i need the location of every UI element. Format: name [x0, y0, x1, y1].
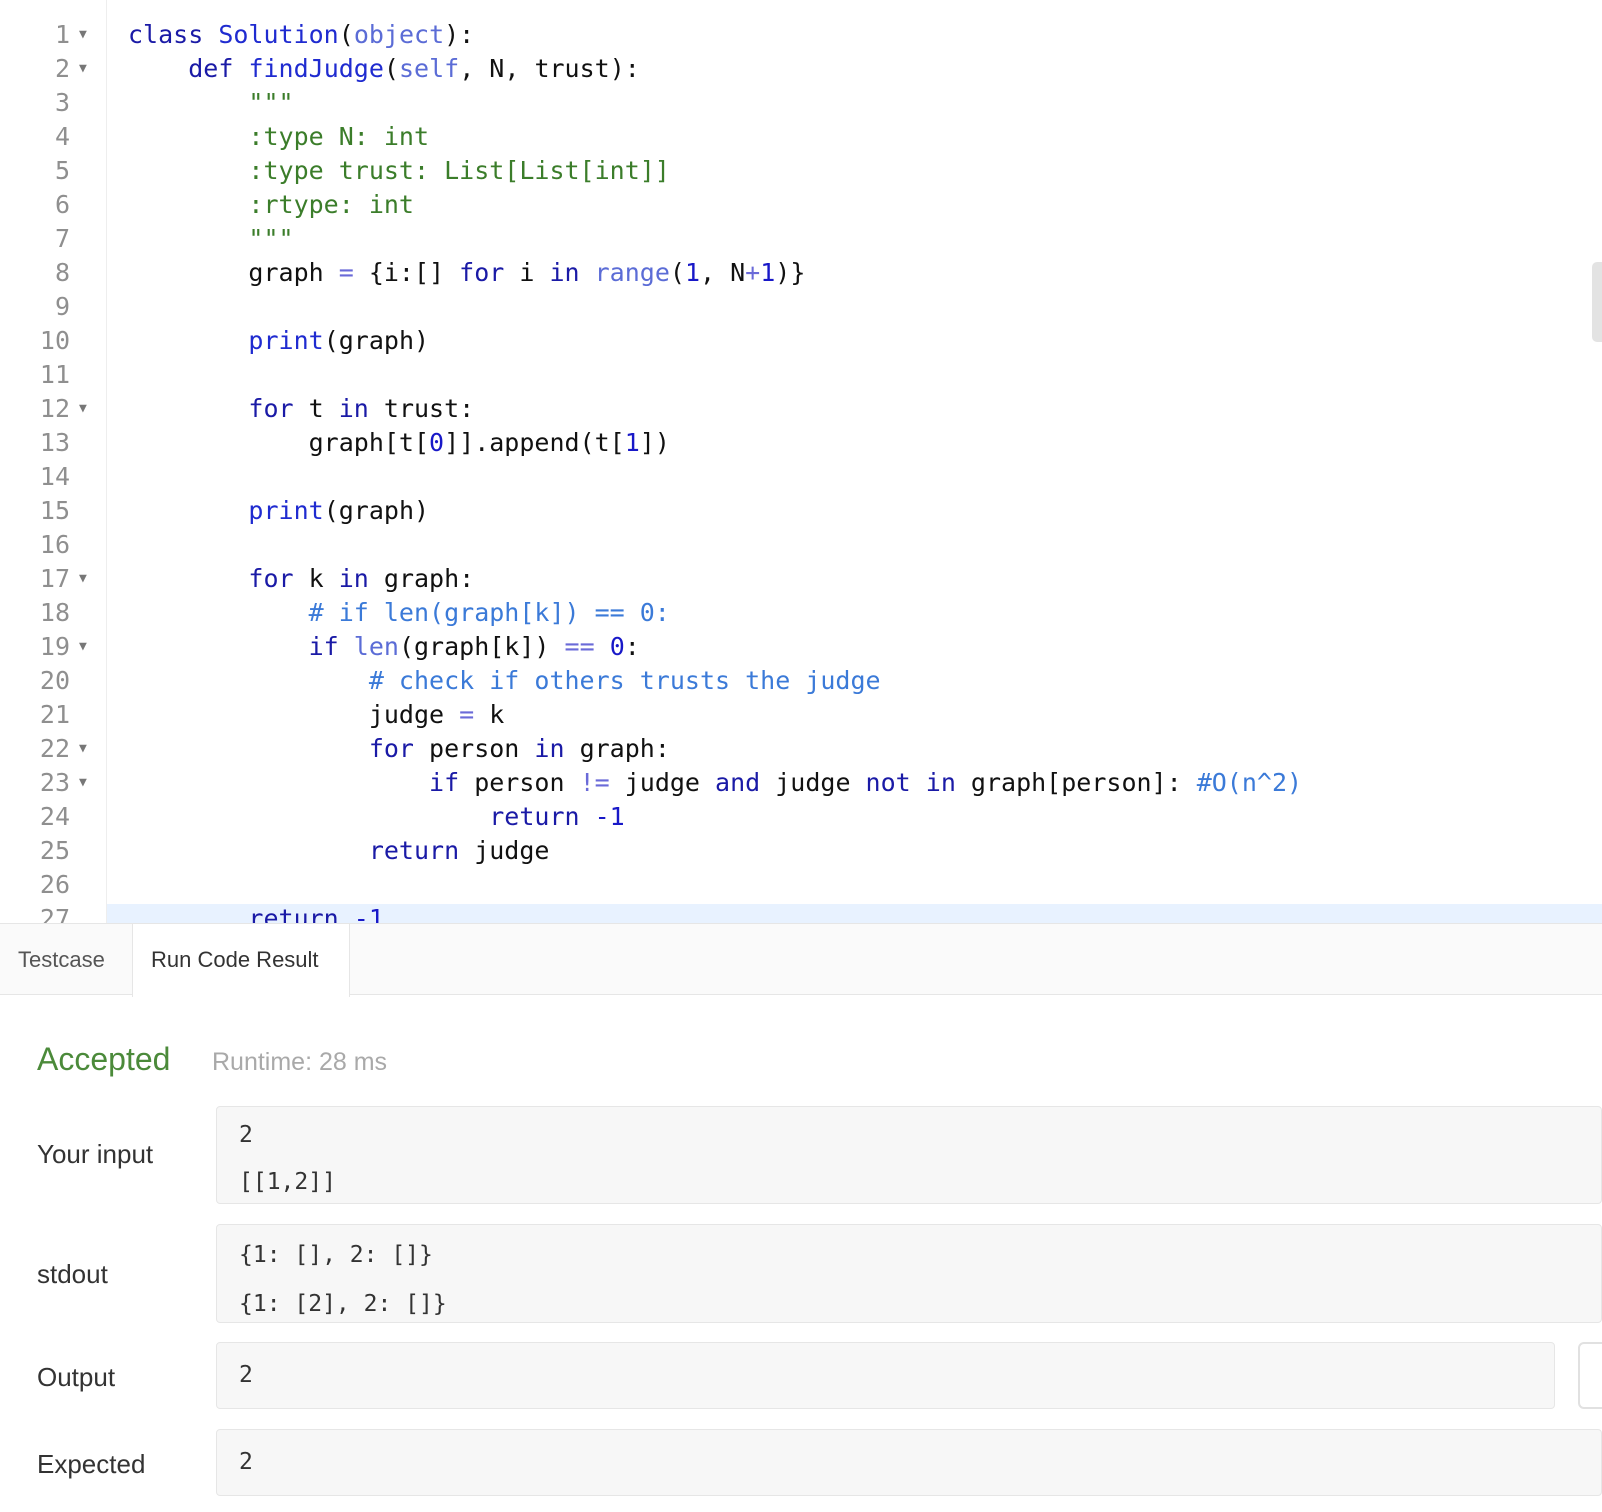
line-number: 14: [39, 462, 70, 491]
code-line[interactable]: [128, 528, 1602, 562]
line-number: 3: [54, 88, 70, 117]
line-number: 2 ▼: [0, 52, 106, 86]
code-line[interactable]: :rtype: int: [128, 188, 1602, 222]
line-number: 16: [39, 530, 70, 559]
stdout-line: {1: [2], 2: []}: [239, 1291, 447, 1317]
line-number: 27: [39, 904, 70, 923]
stdout-line: {1: [], 2: []}: [239, 1242, 433, 1268]
line-number: 8: [54, 258, 70, 287]
output-label: Output: [37, 1362, 116, 1392]
code-line[interactable]: def findJudge(self, N, trust):: [128, 52, 1602, 86]
line-number: 23 ▼: [0, 766, 106, 800]
console-tab-bar: Testcase Run Code Result: [0, 923, 1602, 997]
code-line[interactable]: for person in graph:: [128, 732, 1602, 766]
line-number: 13: [39, 428, 70, 457]
line-number: 10: [39, 326, 70, 355]
expected-box: 2: [216, 1429, 1602, 1496]
line-number: 18: [39, 598, 70, 627]
expected-value: 2: [239, 1449, 253, 1475]
tab-testcase[interactable]: Testcase: [0, 924, 123, 996]
line-number: 21: [39, 700, 70, 729]
stdout-box: {1: [], 2: []} {1: [2], 2: []}: [216, 1224, 1602, 1323]
editor-scrollbar[interactable]: [1592, 262, 1602, 342]
code-line[interactable]: [128, 290, 1602, 324]
line-number: 19 ▼: [0, 630, 106, 664]
line-number: 5: [54, 156, 70, 185]
line-number: 11: [39, 360, 70, 389]
code-line[interactable]: """: [128, 86, 1602, 120]
line-number: 20: [39, 666, 70, 695]
fold-arrow-icon[interactable]: ▼: [79, 766, 87, 800]
code-line[interactable]: [128, 358, 1602, 392]
code-line[interactable]: print(graph): [128, 324, 1602, 358]
code-line[interactable]: judge = k: [128, 698, 1602, 732]
fold-arrow-icon[interactable]: ▼: [79, 392, 87, 426]
code-line[interactable]: if person != judge and judge not in grap…: [128, 766, 1602, 800]
code-line[interactable]: [128, 460, 1602, 494]
code-line[interactable]: return -1: [128, 902, 1602, 923]
code-line[interactable]: :type trust: List[List[int]]: [128, 154, 1602, 188]
line-number: 24: [39, 802, 70, 831]
line-number-gutter: 1 ▼ 2 ▼ 3 4 5 6 7 8 9 10 11 12 ▼ 13 14 15 1…: [0, 18, 106, 923]
code-line[interactable]: # check if others trusts the judge: [128, 664, 1602, 698]
result-panel: Testcase Run Code Result Accepted Runtim…: [0, 923, 1602, 1512]
line-number: 4: [54, 122, 70, 151]
code-line[interactable]: [128, 868, 1602, 902]
code-editor[interactable]: 1 ▼ 2 ▼ 3 4 5 6 7 8 9 10 11 12 ▼ 13 14 15 1…: [0, 0, 1602, 923]
line-number: 26: [39, 870, 70, 899]
code-line[interactable]: graph = {i:[] for i in range(1, N+1)}: [128, 256, 1602, 290]
line-number: 7: [54, 224, 70, 253]
line-number: 6: [54, 190, 70, 219]
line-number: 25: [39, 836, 70, 865]
runtime-label: Runtime: 28 ms: [212, 1048, 388, 1076]
line-number: 9: [54, 292, 70, 321]
line-number: 17 ▼: [0, 562, 106, 596]
line-number: 1 ▼: [0, 18, 106, 52]
result-status: Accepted: [37, 1041, 171, 1077]
fold-arrow-icon[interactable]: ▼: [79, 630, 87, 664]
fold-arrow-icon[interactable]: ▼: [79, 732, 87, 766]
gutter-divider: [106, 0, 107, 923]
code-line[interactable]: print(graph): [128, 494, 1602, 528]
stdout-label: stdout: [37, 1259, 108, 1289]
your-input-box: 2 [[1,2]]: [216, 1106, 1602, 1204]
your-input-line: [[1,2]]: [239, 1169, 336, 1195]
your-input-line: 2: [239, 1122, 253, 1148]
code-line[interactable]: return judge: [128, 834, 1602, 868]
code-line[interactable]: :type N: int: [128, 120, 1602, 154]
code-line[interactable]: graph[t[0]].append(t[1]): [128, 426, 1602, 460]
expected-label: Expected: [37, 1449, 146, 1479]
fold-arrow-icon[interactable]: ▼: [79, 18, 87, 52]
code-area[interactable]: class Solution(object): def findJudge(se…: [128, 18, 1602, 923]
code-line[interactable]: # if len(graph[k]) == 0:: [128, 596, 1602, 630]
code-line[interactable]: for k in graph:: [128, 562, 1602, 596]
code-line[interactable]: class Solution(object):: [128, 18, 1602, 52]
line-number: 22 ▼: [0, 732, 106, 766]
fold-arrow-icon[interactable]: ▼: [79, 52, 87, 86]
your-input-label: Your input: [37, 1139, 154, 1169]
line-number: 15: [39, 496, 70, 525]
code-line[interactable]: if len(graph[k]) == 0:: [128, 630, 1602, 664]
line-number: 12 ▼: [0, 392, 106, 426]
code-line[interactable]: return -1: [128, 800, 1602, 834]
tab-run-code-result[interactable]: Run Code Result: [132, 924, 350, 997]
output-box: 2: [216, 1342, 1555, 1409]
diff-button[interactable]: [1578, 1342, 1602, 1409]
fold-arrow-icon[interactable]: ▼: [79, 562, 87, 596]
code-line[interactable]: """: [128, 222, 1602, 256]
output-value: 2: [239, 1362, 253, 1388]
code-line[interactable]: for t in trust:: [128, 392, 1602, 426]
